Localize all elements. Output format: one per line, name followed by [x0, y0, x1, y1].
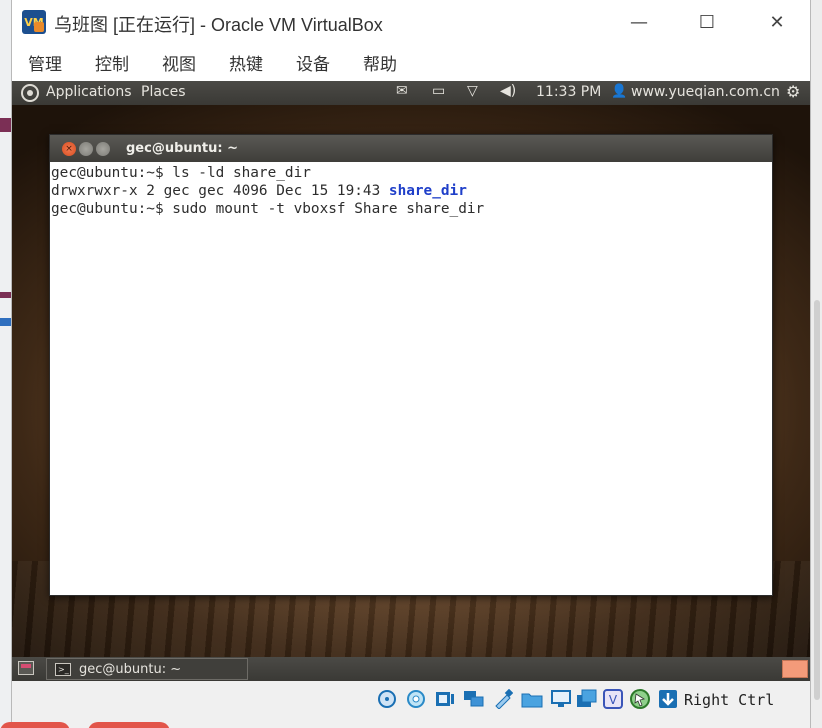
clock[interactable]: 11:33 PM: [536, 84, 601, 100]
settings-icon[interactable]: ⚙: [786, 82, 800, 101]
optical-icon[interactable]: [405, 688, 427, 710]
menu-item-hotkeys[interactable]: 热键: [229, 50, 263, 75]
minimize-button[interactable]: —: [624, 8, 654, 36]
screen: VM 乌班图 [正在运行] - Oracle VM VirtualBox — ☐…: [0, 0, 822, 728]
arrow-down-icon[interactable]: [657, 688, 679, 710]
menu-item-control[interactable]: 控制: [95, 50, 129, 75]
shared-folders-icon[interactable]: [521, 688, 543, 710]
recording-icon[interactable]: [576, 688, 598, 710]
directory-name: share_dir: [388, 183, 467, 199]
terminal-close-icon[interactable]: ×: [62, 142, 76, 156]
terminal-output[interactable]: gec@ubuntu:~$ ls -ld share_dir drwxrwxr-x…: [50, 162, 772, 220]
menu-item-view[interactable]: 视图: [162, 50, 196, 75]
user-icon[interactable]: 👤: [611, 84, 627, 99]
terminal-title-bar[interactable]: × gec@ubuntu: ~: [50, 135, 772, 162]
menu-item-manage[interactable]: 管理: [28, 50, 62, 75]
host-desktop-right: [810, 0, 822, 728]
guest-screen[interactable]: Applications Places ✉ ▭ ▽ ◀) 11:33 PM 👤 …: [12, 81, 810, 681]
trash-icon[interactable]: [782, 660, 808, 678]
terminal-line: gec@ubuntu:~$ sudo mount -t vboxsf Share…: [51, 201, 485, 217]
user-menu[interactable]: www.yueqian.com.cn: [631, 84, 780, 100]
terminal-maximize-icon[interactable]: [96, 142, 110, 156]
close-button[interactable]: ✕: [762, 8, 792, 36]
virtualbox-window: VM 乌班图 [正在运行] - Oracle VM VirtualBox — ☐…: [11, 0, 811, 728]
volume-icon[interactable]: ◀): [500, 83, 516, 99]
menu-item-devices[interactable]: 设备: [296, 50, 330, 75]
svg-text:V: V: [609, 693, 618, 707]
terminal-line: drwxrwxr-x 2 gec gec 4096 Dec 15 19:43 s…: [51, 182, 771, 200]
terminal-minimize-icon[interactable]: [79, 142, 93, 156]
mouse-integration-icon[interactable]: [629, 688, 651, 710]
battery-icon[interactable]: ▭: [432, 83, 445, 99]
terminal-title: gec@ubuntu: ~: [126, 141, 238, 156]
host-scrollbar[interactable]: [814, 300, 820, 700]
title-bar: VM 乌班图 [正在运行] - Oracle VM VirtualBox — ☐…: [12, 0, 810, 44]
listing-text: drwxrwxr-x 2 gec gec 4096 Dec 15 19:43: [51, 183, 389, 199]
guest-bottom-panel: >_ gec@ubuntu: ~: [12, 657, 810, 681]
host-key-label: Right Ctrl: [684, 691, 775, 709]
host-tab[interactable]: [0, 722, 70, 728]
taskbar-label: gec@ubuntu: ~: [79, 661, 182, 677]
menu-item-help[interactable]: 帮助: [363, 50, 397, 75]
audio-icon[interactable]: [434, 688, 456, 710]
applications-menu[interactable]: Applications: [46, 84, 132, 100]
hdd-icon[interactable]: [376, 688, 398, 710]
terminal-icon: >_: [55, 663, 71, 676]
guest-top-panel: Applications Places ✉ ▭ ▽ ◀) 11:33 PM 👤 …: [12, 81, 810, 105]
vtx-icon[interactable]: V: [602, 688, 624, 710]
maximize-button[interactable]: ☐: [692, 8, 722, 36]
status-bar: V Right Ctrl: [12, 681, 810, 728]
display-icon[interactable]: [550, 688, 572, 710]
virtualbox-logo-icon: VM: [22, 10, 46, 34]
network-icon[interactable]: [463, 688, 485, 710]
window-title: 乌班图 [正在运行] - Oracle VM VirtualBox: [54, 15, 383, 35]
terminal-line: gec@ubuntu:~$ ls -ld share_dir: [51, 165, 311, 181]
menu-bar: 管理 控制 视图 热键 设备 帮助: [12, 44, 810, 81]
host-tab[interactable]: [88, 722, 170, 728]
taskbar-terminal-entry[interactable]: >_ gec@ubuntu: ~: [46, 658, 248, 680]
show-desktop-icon[interactable]: [18, 661, 34, 675]
mail-icon[interactable]: ✉: [396, 83, 408, 99]
wifi-icon[interactable]: ▽: [467, 83, 478, 99]
places-menu[interactable]: Places: [141, 84, 186, 100]
ubuntu-logo-icon[interactable]: [21, 84, 39, 102]
usb-icon[interactable]: [492, 688, 514, 710]
terminal-window[interactable]: × gec@ubuntu: ~ gec@ubuntu:~$ ls -ld sha…: [49, 134, 773, 596]
